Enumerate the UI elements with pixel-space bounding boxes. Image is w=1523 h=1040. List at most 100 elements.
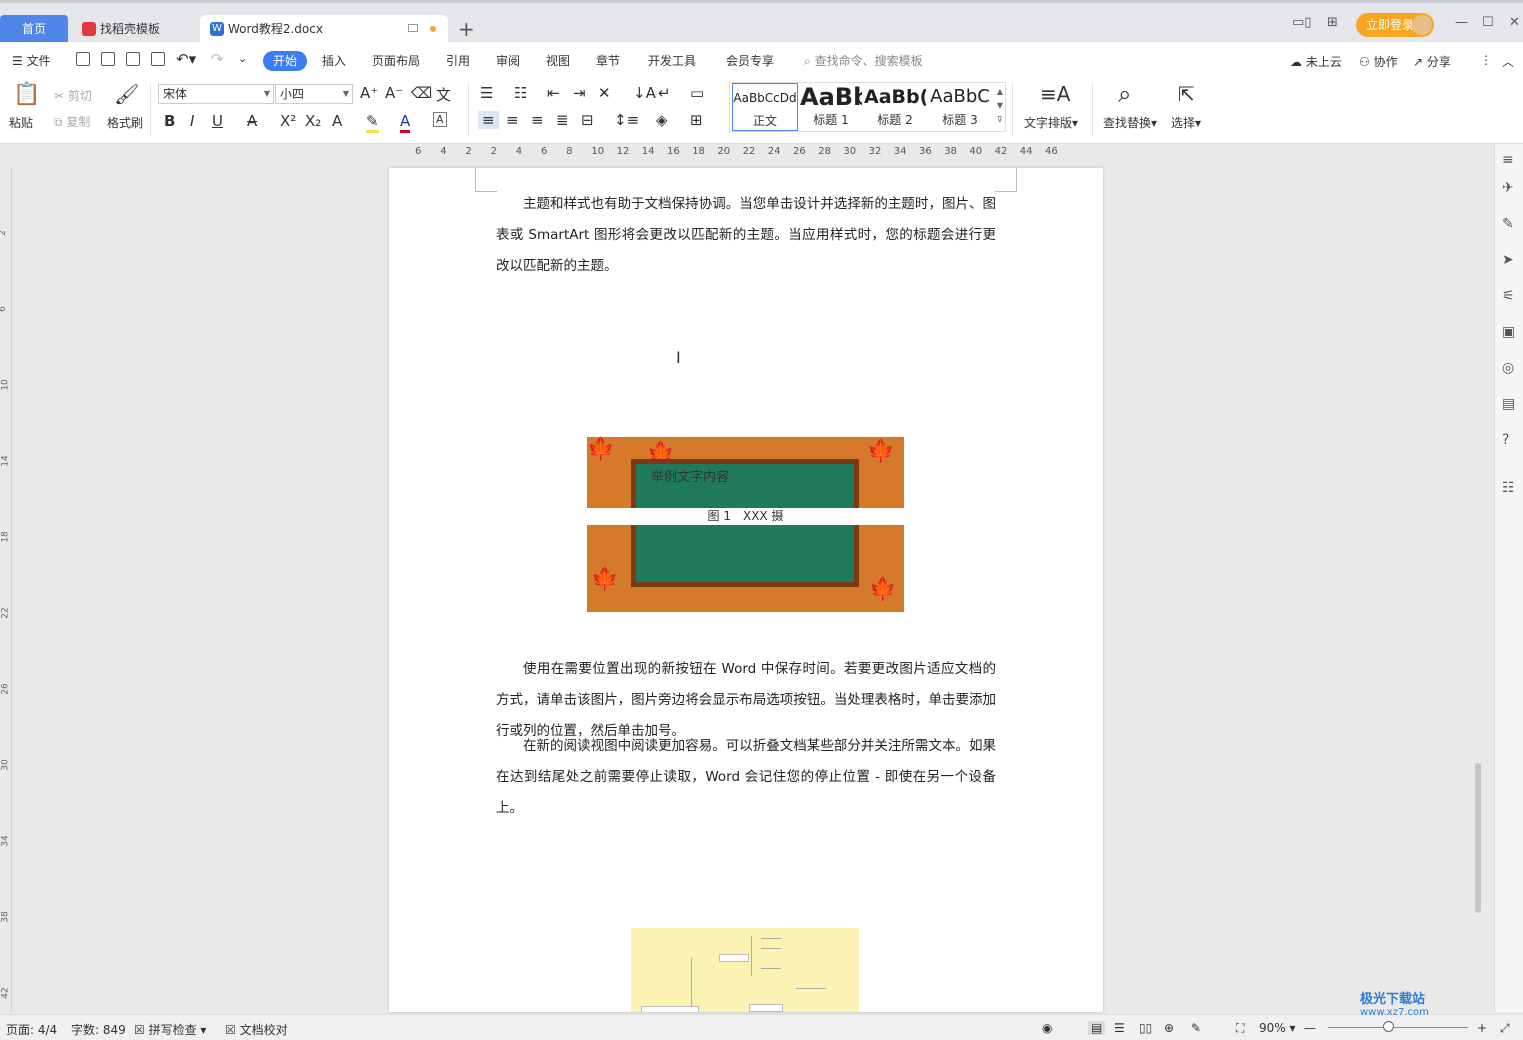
- pen-icon[interactable]: ✎: [1502, 216, 1514, 232]
- text-effect-icon[interactable]: A: [332, 112, 342, 130]
- scroll-thumb[interactable]: [1475, 763, 1481, 913]
- style-heading-3[interactable]: AaBbC 标题 3: [928, 83, 992, 131]
- align-center-icon[interactable]: ≡: [506, 111, 519, 129]
- select-button[interactable]: 选择▾: [1171, 114, 1201, 131]
- read-view-icon[interactable]: ▯▯: [1139, 1021, 1152, 1035]
- menu-developer[interactable]: 开发工具: [648, 52, 696, 69]
- paragraph-3[interactable]: 在新的阅读视图中阅读更加容易。可以折叠文档某些部分并关注所需文本。如果在达到结尾…: [496, 731, 996, 824]
- tab-home[interactable]: 首页: [0, 15, 68, 43]
- clear-format-icon[interactable]: ⌫: [411, 84, 432, 102]
- paragraph-1[interactable]: 主题和样式也有助于文档保持协调。当您单击设计并选择新的主题时，图片、图表或 Sm…: [496, 189, 996, 282]
- word-count[interactable]: 字数: 849: [71, 1021, 126, 1038]
- save-icon[interactable]: [76, 52, 90, 66]
- more-options-icon[interactable]: ⋮: [1480, 53, 1492, 67]
- figure-caption[interactable]: 图 1 XXX 摄: [587, 508, 904, 525]
- subscript-icon[interactable]: X₂: [305, 112, 321, 130]
- highlight-icon[interactable]: ✎: [366, 112, 379, 133]
- distributed-icon[interactable]: ⊟: [581, 111, 594, 129]
- font-color-icon[interactable]: A: [400, 112, 411, 133]
- align-right-icon[interactable]: ≡: [531, 111, 544, 129]
- styles-scroll-icon[interactable]: ▲ ▼ ⊽: [997, 85, 1003, 127]
- line-spacing-icon[interactable]: ↕≡: [614, 111, 639, 129]
- redo-icon[interactable]: ↷: [211, 50, 224, 68]
- zoom-level[interactable]: 90% ▾: [1259, 1021, 1296, 1035]
- cut-button[interactable]: ✂ 剪切: [54, 87, 92, 104]
- format-painter-icon[interactable]: 🖌: [114, 82, 139, 106]
- share-button[interactable]: ↗ 分享: [1413, 53, 1451, 70]
- justify-icon[interactable]: ≣: [556, 111, 569, 129]
- paste-icon[interactable]: 📋: [13, 82, 40, 107]
- image-tool-icon[interactable]: ▣: [1502, 324, 1515, 340]
- underline-icon[interactable]: U: [212, 112, 223, 130]
- outline-view-icon[interactable]: ☰: [1114, 1021, 1125, 1035]
- rocket-icon[interactable]: ✈: [1502, 180, 1514, 196]
- zoom-slider[interactable]: [1328, 1027, 1468, 1028]
- write-view-icon[interactable]: ✎: [1191, 1021, 1201, 1035]
- borders-icon[interactable]: ⊞: [690, 111, 703, 129]
- format-painter-button[interactable]: 格式刷: [107, 114, 143, 131]
- shrink-font-icon[interactable]: A⁻: [385, 84, 403, 102]
- vertical-scrollbar[interactable]: [1473, 168, 1485, 1012]
- document-page[interactable]: 主题和样式也有助于文档保持协调。当您单击设计并选择新的主题时，图片、图表或 Sm…: [389, 168, 1103, 1012]
- bullet-list-icon[interactable]: ☰: [480, 84, 493, 102]
- zoom-out-icon[interactable]: —: [1304, 1021, 1316, 1035]
- collapse-ribbon-icon[interactable]: ︿: [1502, 53, 1514, 70]
- print-icon[interactable]: [126, 52, 140, 66]
- export-pdf-icon[interactable]: [101, 52, 115, 66]
- decrease-indent-icon[interactable]: ⇤: [547, 84, 560, 102]
- font-size-select[interactable]: 小四 ▼: [275, 84, 353, 104]
- zoom-slider-handle[interactable]: [1383, 1021, 1394, 1032]
- new-tab-plus-icon[interactable]: +: [458, 17, 475, 41]
- page-count[interactable]: 页面: 4/4: [6, 1021, 57, 1038]
- menu-section[interactable]: 章节: [596, 52, 620, 69]
- tab-document[interactable]: W Word教程2.docx: [200, 15, 448, 45]
- proofread-button[interactable]: ☒ 文档校对: [225, 1021, 288, 1038]
- settings-sliders-icon[interactable]: ☷: [1502, 480, 1515, 496]
- image-overlay-text[interactable]: 举例文字内容: [651, 466, 729, 485]
- document-image-mindmap[interactable]: [631, 928, 859, 1012]
- menu-page-layout[interactable]: 页面布局: [372, 52, 420, 69]
- zoom-in-icon[interactable]: +: [1477, 1021, 1487, 1035]
- font-family-select[interactable]: 宋体 ▼: [158, 84, 274, 104]
- menu-review[interactable]: 审阅: [496, 52, 520, 69]
- style-heading-2[interactable]: AaBb( 标题 2: [864, 83, 926, 131]
- print-preview-icon[interactable]: [151, 52, 165, 66]
- style-heading-1[interactable]: AaBb 标题 1: [800, 83, 862, 131]
- style-normal[interactable]: AaBbCcDd 正文: [732, 83, 798, 131]
- maximize-icon[interactable]: ☐: [1482, 15, 1494, 30]
- menu-start[interactable]: 开始: [263, 51, 307, 71]
- menu-references[interactable]: 引用: [446, 52, 470, 69]
- fit-page-icon[interactable]: ⛶: [1236, 1021, 1244, 1036]
- grow-font-icon[interactable]: A⁺: [360, 84, 378, 102]
- horizontal-ruler[interactable]: 6 4 2 2 4 6 8 10 12 14 16 18 20 22 24 26 28 30 32 34 36 38 40 4…: [389, 144, 1103, 168]
- adjust-icon[interactable]: ⚟: [1502, 288, 1515, 304]
- menu-view[interactable]: 视图: [546, 52, 570, 69]
- find-replace-button[interactable]: 查找替换▾: [1103, 114, 1157, 131]
- menu-member[interactable]: 会员专享: [726, 52, 774, 69]
- collaborate-button[interactable]: ⚇ 协作: [1359, 53, 1398, 70]
- login-button[interactable]: 立即登录: [1356, 13, 1434, 37]
- copy-button[interactable]: ⧉ 复制: [54, 113, 90, 130]
- book-icon[interactable]: ▤: [1502, 396, 1515, 412]
- menu-insert[interactable]: 插入: [322, 52, 346, 69]
- command-search[interactable]: ⌕ 查找命令、搜索模板: [804, 52, 923, 69]
- fullscreen-icon[interactable]: ⤢: [1500, 1021, 1510, 1036]
- page-view-icon[interactable]: ▤: [1088, 1021, 1106, 1035]
- monitor-icon[interactable]: [408, 24, 418, 32]
- pointer-icon[interactable]: ➤: [1502, 252, 1514, 268]
- sort-icon[interactable]: ↓A: [633, 84, 656, 102]
- cloud-status[interactable]: ☁ 未上云: [1290, 53, 1342, 70]
- layout-toggle-icon[interactable]: ▭▯: [1292, 15, 1311, 30]
- superscript-icon[interactable]: X²: [280, 112, 296, 130]
- help-icon[interactable]: ?: [1502, 432, 1509, 448]
- undo-icon[interactable]: ↶▾: [176, 50, 196, 68]
- strikethrough-icon[interactable]: A: [247, 112, 257, 130]
- align-left-icon[interactable]: ≡: [478, 111, 499, 129]
- text-layout-icon[interactable]: ≡A: [1040, 82, 1070, 106]
- show-marks-icon[interactable]: ↵: [658, 84, 671, 102]
- char-border-icon[interactable]: A: [433, 112, 447, 127]
- italic-icon[interactable]: I: [190, 112, 194, 130]
- spell-check-button[interactable]: ☒ 拼写检查 ▾: [134, 1021, 206, 1038]
- text-layout-button[interactable]: 文字排版▾: [1024, 114, 1078, 131]
- vertical-ruler[interactable]: 2 6 10 14 18 22 26 30 34 38 42: [0, 168, 12, 1012]
